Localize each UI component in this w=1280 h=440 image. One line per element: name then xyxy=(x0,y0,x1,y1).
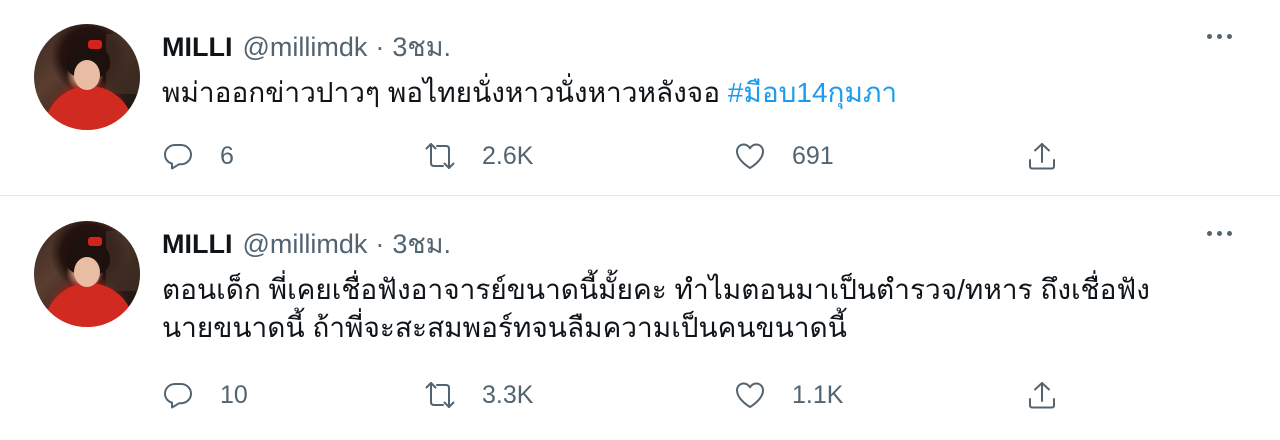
separator-dot: · xyxy=(375,32,385,62)
like-icon xyxy=(736,382,764,408)
retweet-button[interactable]: 3.3K xyxy=(424,377,533,413)
user-handle[interactable]: @millimdk xyxy=(242,32,367,62)
tweet-2[interactable]: MILLI @millimdk · 3ชม. ตอนเด็ก พี่เคยเชื… xyxy=(0,197,1280,440)
share-button[interactable] xyxy=(1026,377,1058,413)
like-count: 1.1K xyxy=(792,380,844,409)
retweet-icon xyxy=(425,382,455,408)
tweet-text: ตอนเด็ก พี่เคยเชื่อฟังอาจารย์ขนาดนี้มั้ย… xyxy=(162,271,1242,347)
tweet-timestamp[interactable]: 3ชม. xyxy=(392,229,451,259)
retweet-icon xyxy=(425,143,455,169)
reply-count: 6 xyxy=(220,141,234,170)
tweet-text-line-1: ตอนเด็ก พี่เคยเชื่อฟังอาจารย์ขนาดนี้มั้ย… xyxy=(162,274,1150,305)
tweet-1[interactable]: MILLI @millimdk · 3ชม. พม่าออกข่าวปาวๆ พ… xyxy=(0,0,1280,196)
user-handle[interactable]: @millimdk xyxy=(242,229,367,259)
reply-count: 10 xyxy=(220,380,248,409)
more-icon[interactable] xyxy=(1207,231,1232,236)
action-bar: 6 2.6K 691 xyxy=(162,138,1072,174)
tweet-text: พม่าออกข่าวปาวๆ พอไทยนั่งหาวนั่งหาวหลังจ… xyxy=(162,74,1242,112)
retweet-count: 3.3K xyxy=(482,380,534,409)
share-icon xyxy=(1029,382,1055,409)
tweet-header: MILLI @millimdk · 3ชม. xyxy=(162,229,451,259)
retweet-button[interactable]: 2.6K xyxy=(424,138,533,174)
like-icon xyxy=(736,143,764,169)
reply-button[interactable]: 6 xyxy=(162,138,234,174)
share-button[interactable] xyxy=(1026,138,1058,174)
action-bar: 10 3.3K 1.1K xyxy=(162,377,1072,413)
retweet-count: 2.6K xyxy=(482,141,534,170)
reply-button[interactable]: 10 xyxy=(162,377,248,413)
like-count: 691 xyxy=(792,141,834,170)
share-icon xyxy=(1029,143,1055,170)
tweet-timestamp[interactable]: 3ชม. xyxy=(392,32,451,62)
avatar[interactable] xyxy=(34,24,140,130)
tweet-body: พม่าออกข่าวปาวๆ พอไทยนั่งหาวนั่งหาวหลังจ… xyxy=(162,77,728,108)
display-name[interactable]: MILLI xyxy=(162,32,232,62)
reply-icon xyxy=(164,144,192,170)
tweet-text-line-2: นายขนาดนี้ ถ้าพี่จะสะสมพอร์ทจนลืมความเป็… xyxy=(162,312,847,343)
like-button[interactable]: 691 xyxy=(734,138,834,174)
display-name[interactable]: MILLI xyxy=(162,229,232,259)
more-icon[interactable] xyxy=(1207,34,1232,39)
tweet-header: MILLI @millimdk · 3ชม. xyxy=(162,32,451,62)
like-button[interactable]: 1.1K xyxy=(734,377,843,413)
separator-dot: · xyxy=(375,229,385,259)
avatar[interactable] xyxy=(34,221,140,327)
reply-icon xyxy=(164,383,192,409)
hashtag-link[interactable]: #มือบ14กุมภา xyxy=(728,77,897,108)
